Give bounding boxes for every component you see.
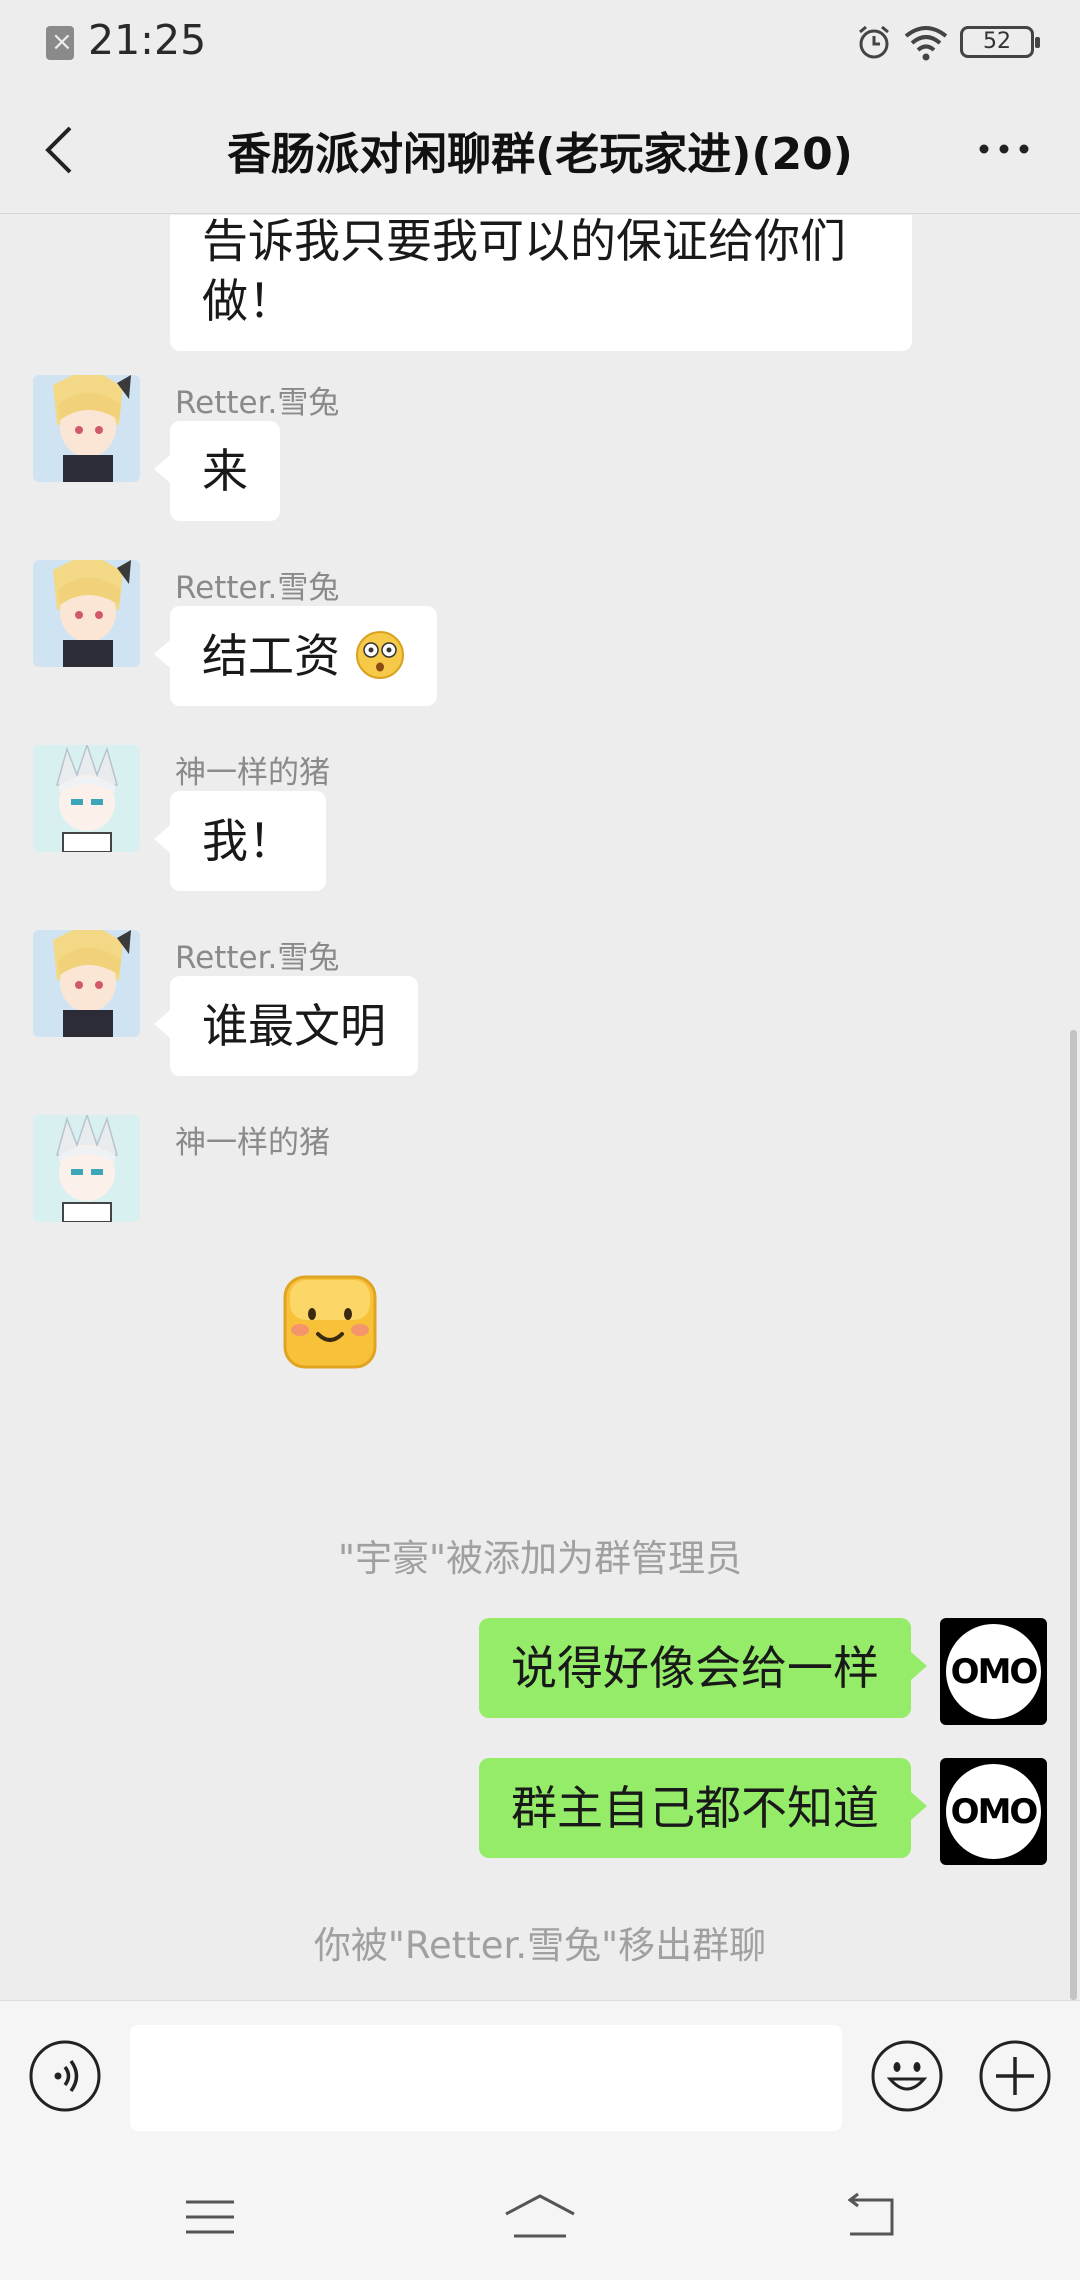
home-icon[interactable]: [500, 2192, 580, 2242]
wifi-icon: [904, 26, 948, 61]
sender-name: Retter.雪兔: [175, 385, 340, 421]
sender-name: Retter.雪兔: [175, 570, 340, 606]
system-message: "宇豪"被添加为群管理员: [337, 1537, 743, 1580]
alarm-icon: [859, 25, 889, 59]
message-text: 我！: [202, 814, 294, 868]
input-bar: [0, 2000, 1080, 2152]
smiling-face-sticker-icon[interactable]: [282, 1274, 378, 1370]
menu-icon[interactable]: [180, 2192, 240, 2242]
system-nav-bar: [0, 2152, 1080, 2280]
avatar-self[interactable]: OMO: [940, 1758, 1047, 1865]
message-bubble[interactable]: 谁最文明: [154, 976, 418, 1076]
avatar-pig[interactable]: [33, 745, 140, 852]
avatar-self[interactable]: OMO: [940, 1618, 1047, 1725]
scrollbar[interactable]: [1070, 1030, 1077, 2000]
message-text: 谁最文明: [202, 999, 386, 1053]
avatar-retter[interactable]: [33, 375, 140, 482]
message-text: 说得好像会给一样: [511, 1641, 879, 1695]
message-list[interactable]: 告诉我只要我可以的保证给你们做！ Retter.雪兔 来 Retter.雪兔 结…: [0, 215, 1080, 2000]
sender-name: Retter.雪兔: [175, 940, 340, 976]
avatar-pig[interactable]: [33, 1115, 140, 1222]
chat-header: 香肠派对闲聊群(老玩家进)(20): [0, 86, 1080, 214]
sender-name: 神一样的猪: [175, 1125, 330, 1161]
avatar-text: OMO: [950, 1652, 1039, 1692]
avatar-retter[interactable]: [33, 560, 140, 667]
back-nav-icon[interactable]: [840, 2192, 900, 2242]
message-input[interactable]: [130, 2025, 842, 2131]
message-bubble[interactable]: 我！: [154, 791, 326, 891]
message-text: 告诉我只要我可以的保证给你们做！: [202, 215, 846, 328]
avatar-text: OMO: [950, 1792, 1039, 1832]
status-time: 21:25: [88, 16, 207, 64]
back-arrow-icon[interactable]: [36, 122, 82, 178]
system-message: 你被"Retter.雪兔"移出群聊: [313, 1924, 767, 1967]
emoji-icon[interactable]: [870, 2039, 944, 2113]
message-bubble-outgoing[interactable]: 说得好像会给一样: [479, 1618, 927, 1718]
message-text: 群主自己都不知道: [511, 1781, 879, 1835]
message-bubble-outgoing[interactable]: 群主自己都不知道: [479, 1758, 927, 1858]
message-text: 来: [202, 444, 248, 498]
more-options-icon[interactable]: [976, 134, 1032, 164]
notification-icon: [46, 26, 74, 60]
chat-title: 香肠派对闲聊群(老玩家进)(20): [227, 129, 853, 180]
battery-indicator: 52: [960, 26, 1040, 58]
status-bar: 21:25 52: [0, 0, 1080, 86]
add-more-icon[interactable]: [978, 2039, 1052, 2113]
flushed-face-icon: [355, 631, 404, 679]
message-bubble[interactable]: 告诉我只要我可以的保证给你们做！: [170, 215, 912, 351]
message-text: 结工资: [202, 629, 340, 683]
avatar-retter[interactable]: [33, 930, 140, 1037]
message-bubble[interactable]: 来: [154, 421, 280, 521]
voice-input-icon[interactable]: [28, 2039, 102, 2113]
sender-name: 神一样的猪: [175, 755, 330, 791]
message-bubble[interactable]: 结工资: [154, 606, 437, 706]
